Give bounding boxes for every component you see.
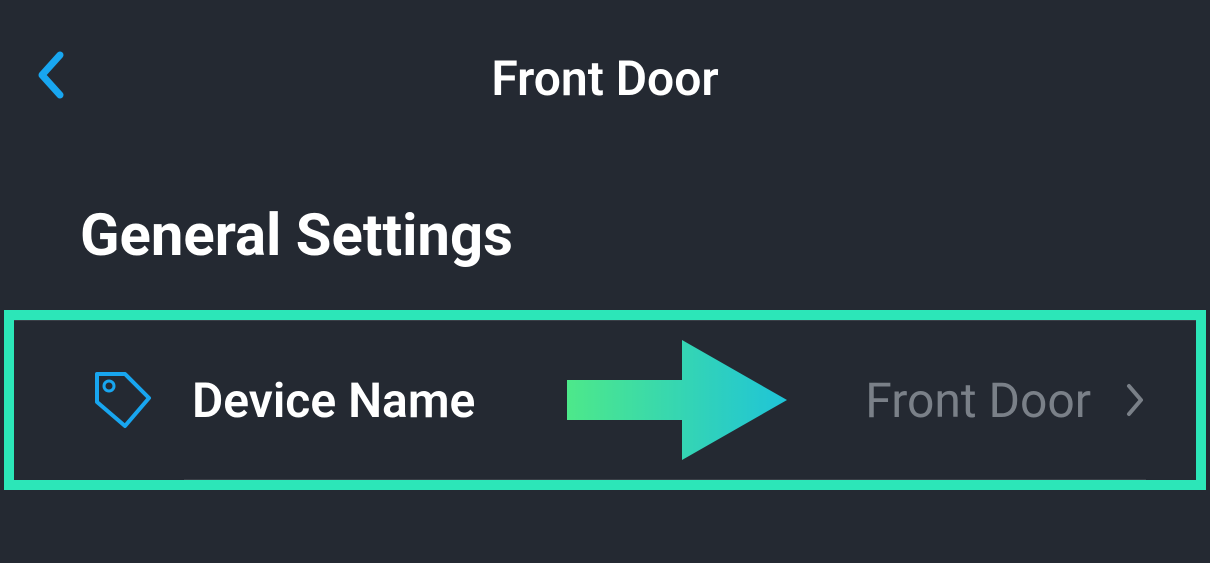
divider bbox=[184, 479, 1146, 480]
chevron-left-icon bbox=[35, 50, 65, 100]
arrow-annotation-icon bbox=[562, 335, 792, 465]
highlighted-annotation: Device Name Front Door bbox=[4, 310, 1206, 490]
page-title: Front Door bbox=[30, 50, 1180, 107]
tag-icon bbox=[89, 366, 157, 434]
row-label: Device Name bbox=[192, 372, 475, 429]
row-value: Front Door bbox=[865, 372, 1091, 429]
device-name-row[interactable]: Device Name Front Door bbox=[14, 320, 1196, 479]
back-button[interactable] bbox=[35, 50, 65, 104]
header: Front Door bbox=[0, 0, 1210, 142]
section-heading: General Settings bbox=[0, 142, 1210, 300]
chevron-right-icon bbox=[1126, 383, 1146, 417]
